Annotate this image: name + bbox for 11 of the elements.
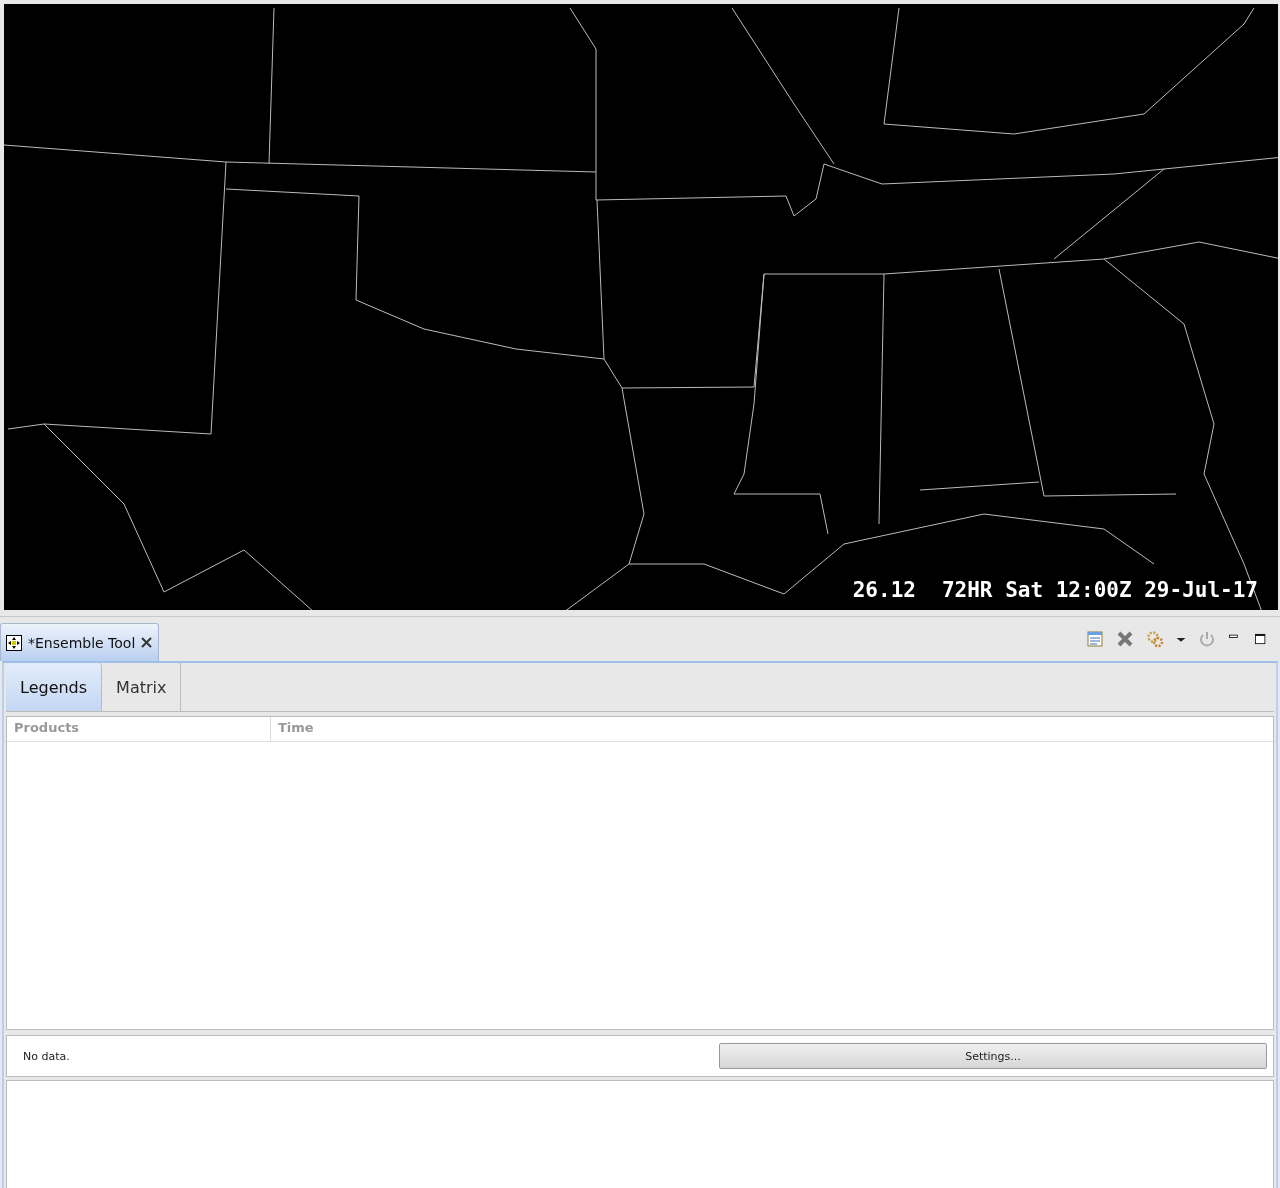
view-title: *Ensemble Tool [28, 634, 136, 651]
gears-icon[interactable] [1146, 630, 1164, 648]
document-icon[interactable] [1086, 630, 1104, 648]
settings-button[interactable]: Settings... [719, 1043, 1267, 1069]
view-tab[interactable]: *Ensemble Tool [0, 623, 160, 661]
readout-value: 26.12 [852, 578, 916, 602]
status-message: No data. [23, 1049, 71, 1063]
tab[interactable]: Legends [6, 663, 103, 711]
close-icon[interactable] [141, 637, 153, 648]
valid-time: 72HR Sat 12:00Z 29-Jul-17 [941, 578, 1258, 602]
move-icon [6, 634, 22, 651]
